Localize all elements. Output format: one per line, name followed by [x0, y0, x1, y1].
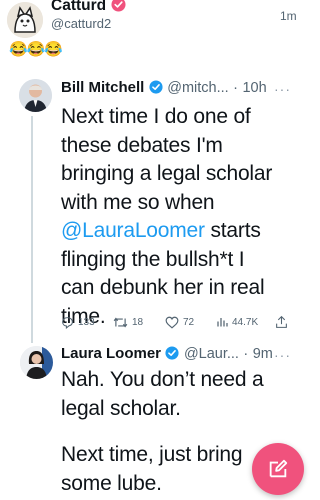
- author-name[interactable]: Catturd: [51, 0, 106, 14]
- verified-badge-icon: [165, 346, 180, 365]
- share-icon: [276, 315, 287, 328]
- more-options-button[interactable]: ···: [274, 81, 291, 97]
- verified-badge-icon: [149, 80, 163, 99]
- reply-count: 133: [78, 317, 95, 328]
- tweet-time: 9m: [252, 346, 273, 362]
- catturd-header: Catturd: [51, 0, 126, 17]
- like-button[interactable]: 72: [165, 316, 194, 329]
- catturd-avatar[interactable]: [7, 2, 43, 38]
- author-handle[interactable]: @mitch...: [167, 80, 228, 96]
- laura-loomer-avatar[interactable]: [20, 346, 53, 379]
- reply-button[interactable]: 133: [61, 316, 95, 329]
- author-name[interactable]: Laura Loomer: [61, 345, 161, 362]
- more-options-button[interactable]: ···: [274, 347, 291, 363]
- author-handle[interactable]: @Laur...: [184, 346, 239, 362]
- retweet-icon: [113, 317, 128, 328]
- author-name[interactable]: Bill Mitchell: [61, 79, 144, 96]
- tweet-text: Next time I do one of these debates I'm …: [61, 103, 281, 331]
- person-avatar-icon: [20, 346, 53, 379]
- bill-mitchell-avatar[interactable]: [19, 79, 52, 112]
- tweet-text: 😂😂😂: [9, 41, 63, 58]
- cat-avatar: [7, 2, 43, 38]
- compose-button[interactable]: [252, 443, 304, 495]
- mention-link[interactable]: @LauraLoomer: [61, 219, 205, 242]
- laura-loomer-header: Laura Loomer @Laur... · 9m: [61, 345, 273, 365]
- author-handle[interactable]: @catturd2: [51, 16, 111, 31]
- like-icon: [165, 316, 179, 329]
- separator: ·: [243, 346, 249, 362]
- person-avatar-icon: [19, 79, 52, 112]
- bill-mitchell-header: Bill Mitchell @mitch... · 10h: [61, 79, 267, 99]
- tweet-time: 10h: [242, 80, 267, 96]
- tweet-text-line1: Nah. You don’t need a legal scholar.: [61, 368, 264, 420]
- retweet-count: 18: [132, 317, 144, 328]
- views-count: 44.7K: [232, 316, 259, 328]
- tweet-text-line2: Next time, just bring some lube.: [61, 443, 243, 495]
- verified-badge-icon: [111, 0, 126, 17]
- share-button[interactable]: [275, 315, 288, 329]
- separator: ·: [233, 80, 238, 96]
- views-icon: [217, 318, 228, 327]
- compose-icon: [269, 459, 288, 478]
- retweet-button[interactable]: 18: [113, 316, 143, 329]
- tweet-text-part1: Next time I do one of these debates I'm …: [61, 105, 273, 214]
- tweet-time: 1m: [280, 9, 297, 23]
- reply-icon: [62, 317, 73, 329]
- like-count: 72: [183, 317, 195, 328]
- thread-line: [31, 116, 33, 343]
- views-button[interactable]: 44.7K: [216, 316, 258, 328]
